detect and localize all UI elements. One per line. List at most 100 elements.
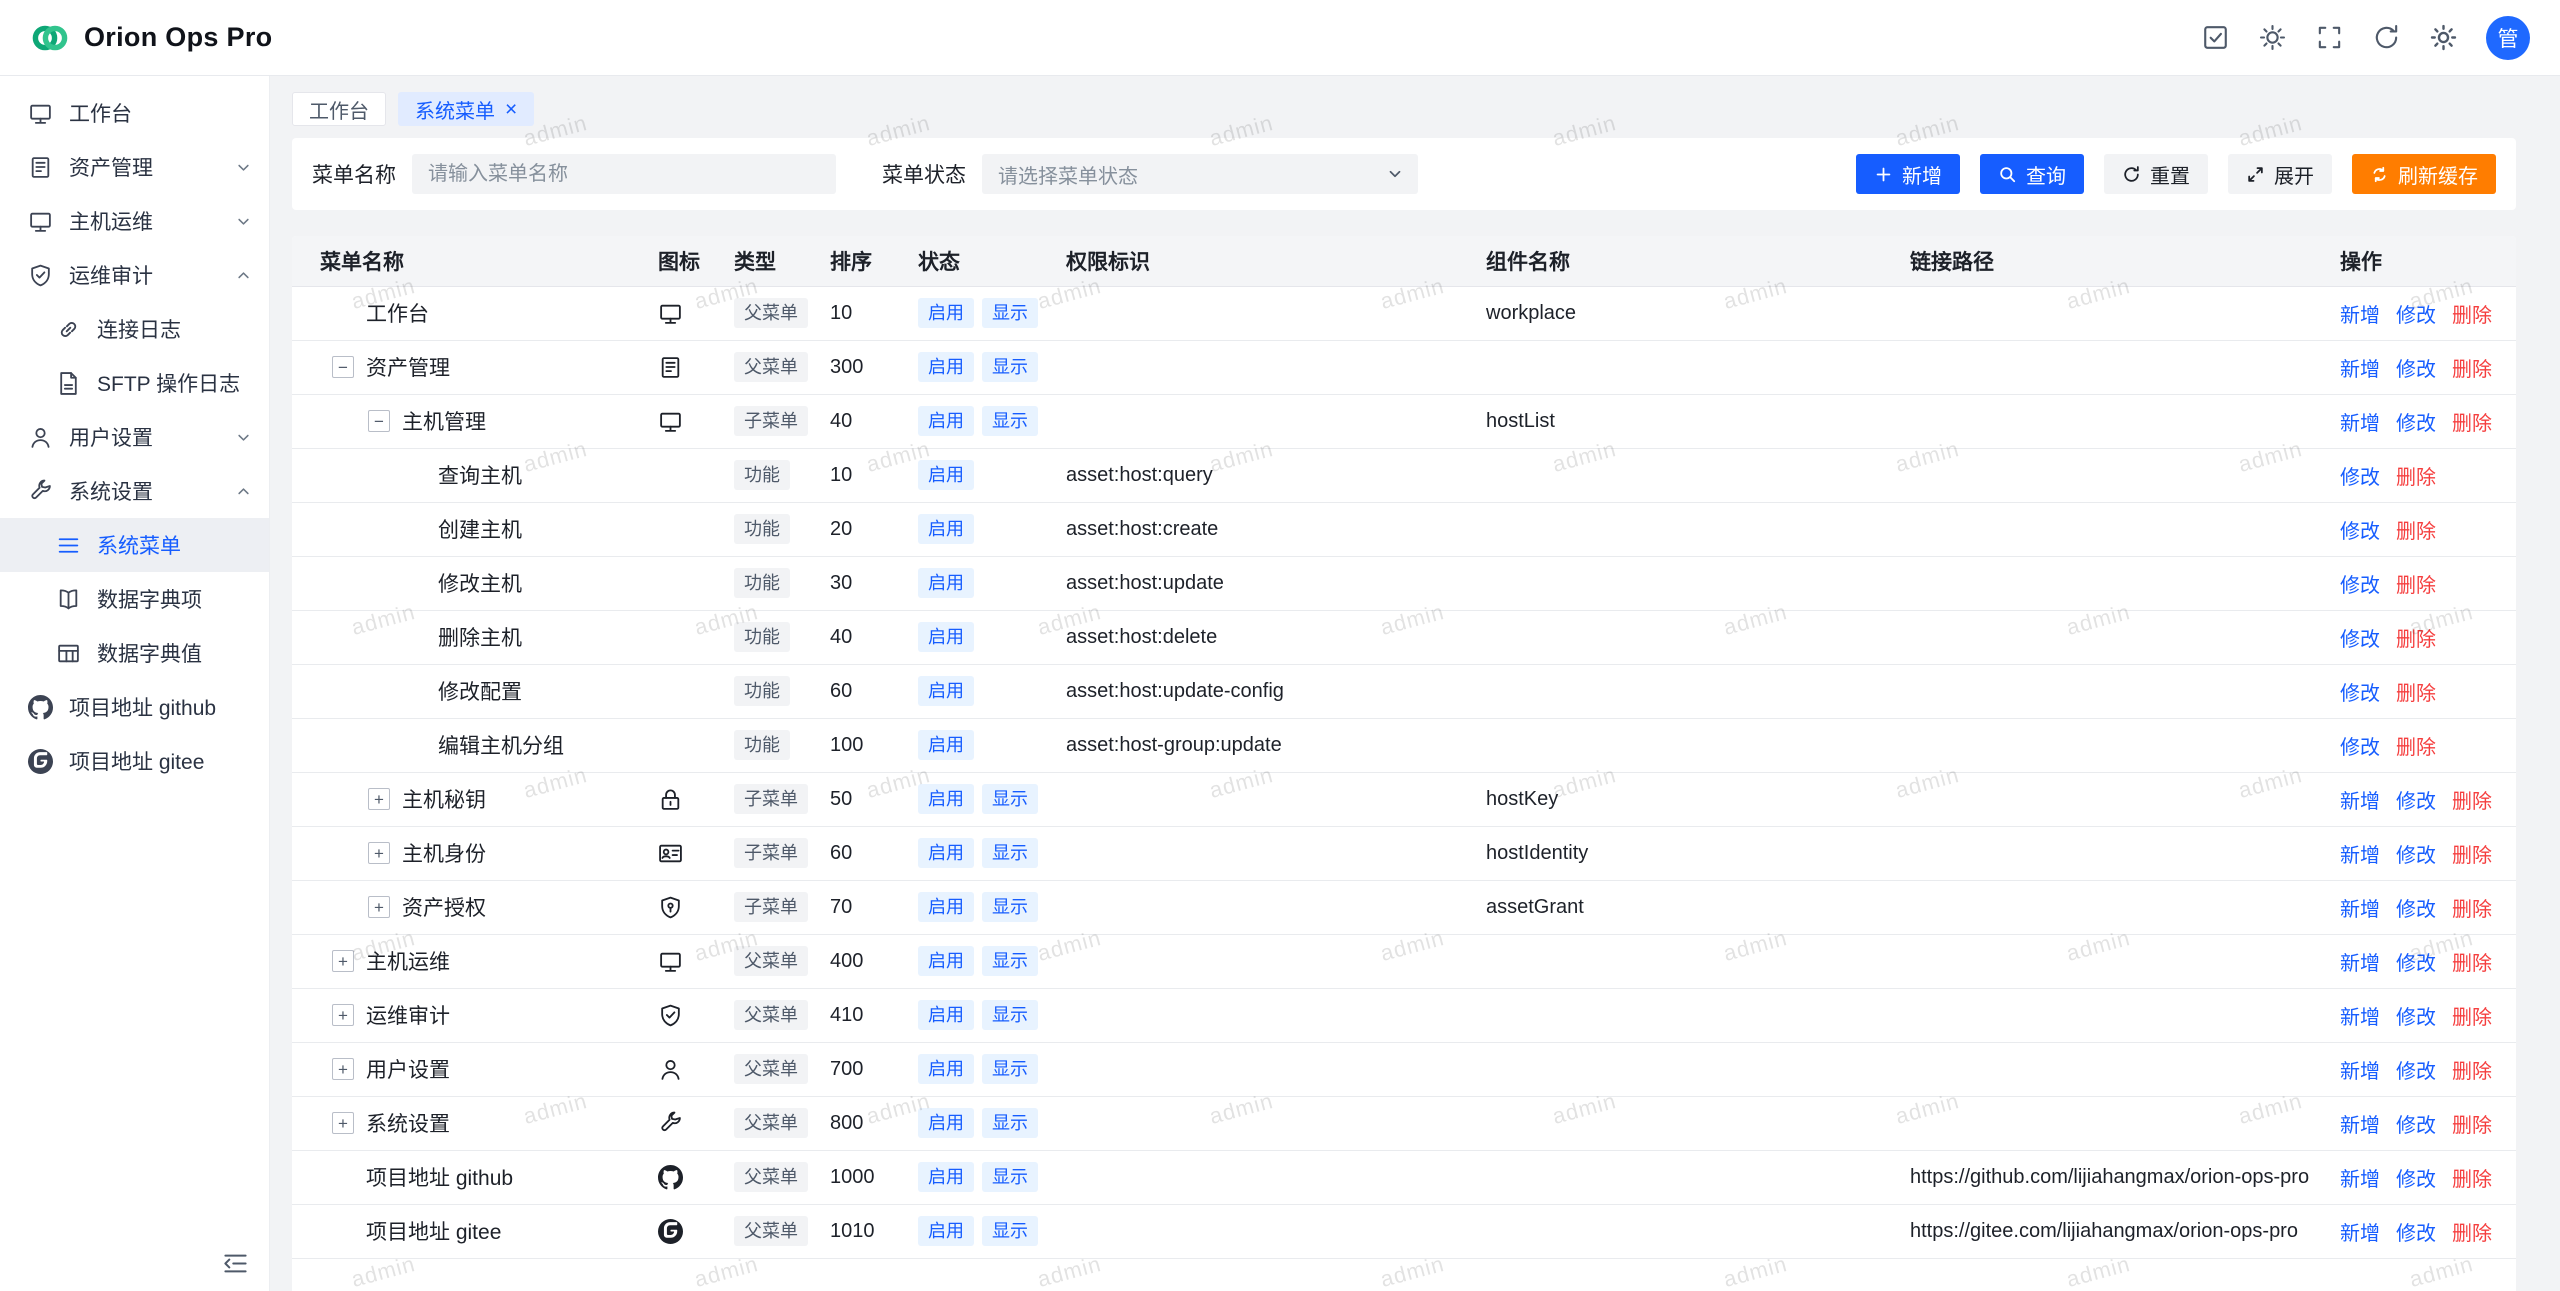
sidebar-item[interactable]: 项目地址 gitee — [0, 734, 269, 788]
row-delete-link[interactable]: 删除 — [2396, 467, 2436, 489]
row-delete-link[interactable]: 删除 — [2452, 413, 2492, 435]
plus-expander-icon[interactable]: + — [368, 842, 390, 864]
sidebar-item[interactable]: 连接日志 — [0, 302, 269, 356]
plus-expander-icon[interactable]: + — [368, 896, 390, 918]
row-add-link[interactable]: 新增 — [2340, 1061, 2380, 1083]
plus-expander-icon[interactable]: + — [332, 1112, 354, 1134]
sidebar-item[interactable]: 项目地址 github — [0, 680, 269, 734]
row-edit-link[interactable]: 修改 — [2396, 1115, 2436, 1137]
row-add-link[interactable]: 新增 — [2340, 1007, 2380, 1029]
sidebar-item[interactable]: SFTP 操作日志 — [0, 356, 269, 410]
row-edit-link[interactable]: 修改 — [2396, 899, 2436, 921]
book-icon — [56, 587, 81, 612]
sidebar-item[interactable]: 系统菜单 — [0, 518, 269, 572]
plus-expander-icon[interactable]: + — [332, 950, 354, 972]
row-edit-link[interactable]: 修改 — [2396, 413, 2436, 435]
reset-button[interactable]: 重置 — [2104, 154, 2208, 194]
sidebar-item[interactable]: 工作台 — [0, 86, 269, 140]
row-add-link[interactable]: 新增 — [2340, 1169, 2380, 1191]
row-delete-link[interactable]: 删除 — [2452, 899, 2492, 921]
row-add-link[interactable]: 新增 — [2340, 791, 2380, 813]
row-add-link[interactable]: 新增 — [2340, 305, 2380, 327]
row-edit-link[interactable]: 修改 — [2396, 1061, 2436, 1083]
row-delete-link[interactable]: 删除 — [2452, 305, 2492, 327]
plus-expander-icon[interactable]: + — [332, 1004, 354, 1026]
row-edit-link[interactable]: 修改 — [2340, 683, 2380, 705]
refresh-button[interactable] — [2372, 23, 2401, 52]
row-delete-link[interactable]: 删除 — [2396, 629, 2436, 651]
minus-expander-icon[interactable]: − — [332, 356, 354, 378]
row-edit-link[interactable]: 修改 — [2340, 467, 2380, 489]
row-delete-link[interactable]: 删除 — [2452, 1169, 2492, 1191]
tool-icon — [658, 1111, 683, 1136]
theme-button[interactable] — [2258, 23, 2287, 52]
menu-name: 运维审计 — [366, 1000, 450, 1030]
row-edit-link[interactable]: 修改 — [2396, 845, 2436, 867]
row-delete-link[interactable]: 删除 — [2396, 575, 2436, 597]
row-add-link[interactable]: 新增 — [2340, 359, 2380, 381]
row-edit-link[interactable]: 修改 — [2396, 359, 2436, 381]
plus-icon — [1874, 165, 1893, 184]
row-edit-link[interactable]: 修改 — [2396, 1007, 2436, 1029]
row-add-link[interactable]: 新增 — [2340, 953, 2380, 975]
permission-code: asset:host:query — [1050, 448, 1470, 502]
close-icon[interactable]: × — [505, 99, 517, 120]
row-add-link[interactable]: 新增 — [2340, 413, 2380, 435]
sidebar-item[interactable]: 主机运维 — [0, 194, 269, 248]
status-tag: 启用 — [918, 1162, 974, 1193]
row-add-link[interactable]: 新增 — [2340, 899, 2380, 921]
collapse-sidebar-button[interactable] — [222, 1250, 249, 1277]
layout-button[interactable] — [2201, 23, 2230, 52]
row-edit-link[interactable]: 修改 — [2340, 521, 2380, 543]
row-add-link[interactable]: 新增 — [2340, 1115, 2380, 1137]
row-delete-link[interactable]: 删除 — [2396, 683, 2436, 705]
sidebar-item[interactable]: 运维审计 — [0, 248, 269, 302]
row-delete-link[interactable]: 删除 — [2452, 1115, 2492, 1137]
plus-expander-icon[interactable]: + — [368, 788, 390, 810]
row-edit-link[interactable]: 修改 — [2396, 305, 2436, 327]
sidebar-item[interactable]: 资产管理 — [0, 140, 269, 194]
expand-button[interactable]: 展开 — [2228, 154, 2332, 194]
row-add-link[interactable]: 新增 — [2340, 1223, 2380, 1245]
row-edit-link[interactable]: 修改 — [2340, 575, 2380, 597]
minus-expander-icon[interactable]: − — [368, 410, 390, 432]
row-delete-link[interactable]: 删除 — [2452, 791, 2492, 813]
row-edit-link[interactable]: 修改 — [2396, 953, 2436, 975]
fullscreen-button[interactable] — [2315, 23, 2344, 52]
audit-icon — [658, 1003, 683, 1028]
row-add-link[interactable]: 新增 — [2340, 845, 2380, 867]
sidebar-item[interactable]: 数据字典项 — [0, 572, 269, 626]
row-edit-link[interactable]: 修改 — [2340, 629, 2380, 651]
settings-button[interactable] — [2429, 23, 2458, 52]
status-tag: 显示 — [982, 352, 1038, 383]
tab-item[interactable]: 系统菜单× — [398, 92, 534, 126]
row-delete-link[interactable]: 删除 — [2396, 521, 2436, 543]
sidebar-item[interactable]: 数据字典值 — [0, 626, 269, 680]
refresh-cache-button[interactable]: 刷新缓存 — [2352, 154, 2496, 194]
sidebar-item[interactable]: 用户设置 — [0, 410, 269, 464]
menu-name: 修改配置 — [438, 676, 522, 706]
menu-name-input[interactable] — [412, 154, 836, 194]
tab-item[interactable]: 工作台 — [292, 92, 386, 126]
row-delete-link[interactable]: 删除 — [2452, 1007, 2492, 1029]
sidebar-item-label: 系统菜单 — [97, 530, 253, 560]
row-edit-link[interactable]: 修改 — [2396, 791, 2436, 813]
row-edit-link[interactable]: 修改 — [2340, 737, 2380, 759]
query-button[interactable]: 查询 — [1980, 154, 2084, 194]
add-button[interactable]: 新增 — [1856, 154, 1960, 194]
table-row: +主机运维父菜单400启用显示新增修改删除 — [292, 934, 2516, 988]
sidebar-item[interactable]: 系统设置 — [0, 464, 269, 518]
row-edit-link[interactable]: 修改 — [2396, 1169, 2436, 1191]
row-delete-link[interactable]: 删除 — [2452, 953, 2492, 975]
app-header: Orion Ops Pro 管 — [0, 0, 2560, 76]
row-delete-link[interactable]: 删除 — [2452, 1223, 2492, 1245]
table-row: 项目地址 github父菜单1000启用显示https://github.com… — [292, 1150, 2516, 1204]
row-delete-link[interactable]: 删除 — [2452, 845, 2492, 867]
menu-status-select[interactable]: 请选择菜单状态 — [982, 154, 1418, 194]
row-delete-link[interactable]: 删除 — [2452, 359, 2492, 381]
avatar[interactable]: 管 — [2486, 16, 2530, 60]
row-edit-link[interactable]: 修改 — [2396, 1223, 2436, 1245]
row-delete-link[interactable]: 删除 — [2396, 737, 2436, 759]
row-delete-link[interactable]: 删除 — [2452, 1061, 2492, 1083]
plus-expander-icon[interactable]: + — [332, 1058, 354, 1080]
